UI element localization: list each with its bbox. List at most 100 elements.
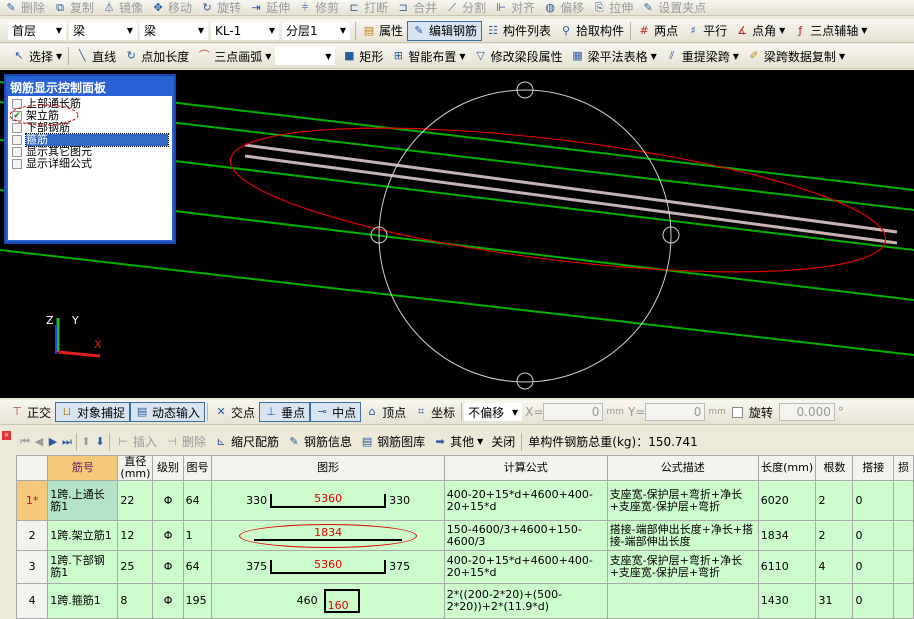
cell-figure-no[interactable]: 1 bbox=[182, 520, 213, 551]
col-header-length[interactable]: 长度(mm) bbox=[757, 455, 817, 481]
col-header-description[interactable]: 公式描述 bbox=[606, 455, 759, 481]
cell-lap[interactable]: 0 bbox=[852, 480, 895, 521]
smart-layout-button[interactable]: ⊞ 智能布置 ▼ bbox=[387, 46, 469, 66]
cell-diameter[interactable]: 8 bbox=[117, 583, 154, 619]
delete-row-button[interactable]: ⊣ 删除 bbox=[161, 432, 210, 452]
cell-grade[interactable]: Φ bbox=[152, 583, 184, 619]
cell-formula[interactable]: 150-4600/3+4600+150-4600/3 bbox=[443, 520, 608, 551]
cell-shape[interactable]: 375 5360 375 bbox=[211, 550, 445, 584]
move-up-icon[interactable]: ⬆ bbox=[79, 435, 93, 449]
col-header-figure-no[interactable]: 图号 bbox=[182, 455, 213, 481]
cell-diameter[interactable]: 25 bbox=[117, 550, 154, 584]
object-snap-button[interactable]: ⊔ 对象捕捉 bbox=[55, 402, 131, 422]
col-header-shape[interactable]: 图形 bbox=[211, 455, 445, 481]
coordinate-button[interactable]: ⌗ 坐标 bbox=[410, 402, 459, 422]
cell-lap[interactable]: 0 bbox=[852, 550, 895, 584]
cell-description[interactable]: 支座宽-保护层+弯折+净长+支座宽-保护层+弯折 bbox=[606, 550, 759, 584]
intersection-button[interactable]: ✕ 交点 bbox=[210, 402, 259, 422]
break-button[interactable]: ⊏ 打断 bbox=[343, 0, 392, 16]
vertex-button[interactable]: ⌂ 顶点 bbox=[361, 402, 410, 422]
table-row[interactable]: 1* 1跨.上通长筋1 22 Φ 64 330 5360 330 400-20+15… bbox=[15, 480, 914, 521]
three-point-axis-button[interactable]: ƒ 三点辅轴 ▼ bbox=[789, 21, 871, 41]
cell-figure-no[interactable]: 64 bbox=[182, 550, 213, 584]
cell-description[interactable]: 搭接-端部伸出长度+净长+搭接-端部伸出长度 bbox=[606, 520, 759, 551]
span-data-copy-button[interactable]: ✐ 梁跨数据复制 ▼ bbox=[743, 46, 849, 66]
cell-length[interactable]: 1430 bbox=[757, 583, 817, 619]
offset-select[interactable]: 不偏移 ▼ bbox=[464, 403, 523, 421]
perpendicular-button[interactable]: ⊥ 垂点 bbox=[259, 402, 311, 422]
midpoint-button[interactable]: ⊸ 中点 bbox=[310, 402, 362, 422]
x-input[interactable]: 0 bbox=[543, 403, 604, 421]
cell-bar-name[interactable]: 1跨.架立筋1 bbox=[47, 520, 119, 551]
cell-grade[interactable]: Φ bbox=[152, 550, 184, 584]
align-button[interactable]: ⊩ 对齐 bbox=[490, 0, 539, 16]
cell-description[interactable]: 支座宽-保护层+弯折+净长+支座宽-保护层+弯折 bbox=[606, 480, 759, 521]
rebar-library-button[interactable]: ▤ 钢筋图库 bbox=[356, 432, 429, 452]
table-row[interactable]: 2 1跨.架立筋1 12 Φ 1 1834 150-4600/3+4600+15… bbox=[15, 520, 914, 551]
modify-beam-segment-button[interactable]: ▽ 修改梁段属性 bbox=[470, 46, 567, 66]
cell-lap[interactable]: 0 bbox=[852, 583, 895, 619]
floor-select[interactable]: 首层 ▼ bbox=[8, 21, 66, 40]
y-input[interactable]: 0 bbox=[645, 403, 706, 421]
move-down-icon[interactable]: ⬇ bbox=[93, 435, 107, 449]
rotate-button[interactable]: ↻ 旋转 bbox=[196, 0, 245, 16]
three-point-arc-button[interactable]: ⌒ 三点画弧 ▼ bbox=[193, 46, 275, 66]
delete-button[interactable]: ✎ 删除 bbox=[0, 0, 49, 16]
move-button[interactable]: ✥ 移动 bbox=[147, 0, 196, 16]
dynamic-input-button[interactable]: ▤ 动态输入 bbox=[130, 402, 206, 422]
cell-count[interactable]: 2 bbox=[815, 520, 854, 551]
scale-rebar-button[interactable]: ⊾ 缩尺配筋 bbox=[210, 432, 283, 452]
edit-rebar-button[interactable]: ✎ 编辑钢筋 bbox=[407, 20, 483, 41]
mirror-button[interactable]: ⏃ 镜像 bbox=[98, 0, 147, 16]
cell-loss[interactable] bbox=[893, 480, 914, 521]
trim-button[interactable]: ⫩ 修剪 bbox=[294, 0, 343, 16]
cell-formula[interactable]: 400-20+15*d+4600+400-20+15*d bbox=[443, 480, 608, 521]
last-record-icon[interactable]: ⏭ bbox=[60, 435, 74, 449]
close-button[interactable]: 关闭 bbox=[487, 432, 519, 452]
type-select[interactable]: 梁 ▼ bbox=[140, 21, 208, 40]
rotate-input[interactable]: 0.000 bbox=[778, 403, 835, 421]
layer-select[interactable]: 分层1 ▼ bbox=[282, 21, 350, 40]
table-row[interactable]: 4 1跨.箍筋1 8 Φ 195 460 160 2*((200-2*20)+(5… bbox=[15, 583, 914, 619]
point-length-button[interactable]: ↻ 点加长度 bbox=[120, 46, 193, 66]
cell-loss[interactable] bbox=[893, 520, 914, 551]
col-header-loss[interactable]: 损 bbox=[893, 455, 914, 481]
cell-shape[interactable]: 460 160 bbox=[211, 583, 445, 619]
cell-grade[interactable]: Φ bbox=[152, 520, 184, 551]
component-list-button[interactable]: ☷ 构件列表 bbox=[482, 21, 555, 41]
cell-count[interactable]: 4 bbox=[815, 550, 854, 584]
cell-bar-name[interactable]: 1跨.上通长筋1 bbox=[47, 480, 119, 521]
arc-option-select[interactable]: ▼ bbox=[275, 47, 336, 65]
two-point-button[interactable]: # 两点 bbox=[633, 21, 682, 41]
cell-bar-name[interactable]: 1跨.箍筋1 bbox=[47, 583, 119, 619]
cell-figure-no[interactable]: 64 bbox=[182, 480, 213, 521]
col-header-bar-no[interactable]: 筋号 bbox=[47, 455, 119, 481]
table-row[interactable]: 3 1跨.下部钢筋1 25 Φ 64 375 5360 375 400-20+15*… bbox=[15, 550, 914, 584]
pick-component-button[interactable]: ⚲ 拾取构件 bbox=[555, 21, 628, 41]
re-extract-span-button[interactable]: ⫽ 重提梁跨 ▼ bbox=[661, 46, 743, 66]
rebar-info-button[interactable]: ✎ 钢筋信息 bbox=[283, 432, 356, 452]
merge-button[interactable]: ⊐ 合并 bbox=[392, 0, 441, 16]
col-header-lap[interactable]: 搭接 bbox=[852, 455, 895, 481]
grip-button[interactable]: ✎ 设置夹点 bbox=[637, 0, 710, 16]
insert-button[interactable]: ⊢ 插入 bbox=[112, 432, 161, 452]
select-button[interactable]: ↖ 选择 ▼ bbox=[8, 46, 66, 66]
extend-button[interactable]: ⇥ 延伸 bbox=[245, 0, 294, 16]
cell-bar-name[interactable]: 1跨.下部钢筋1 bbox=[47, 550, 119, 584]
col-header-count[interactable]: 根数 bbox=[815, 455, 854, 481]
cell-lap[interactable]: 0 bbox=[852, 520, 895, 551]
component-select[interactable]: KL-1 ▼ bbox=[211, 21, 279, 40]
line-button[interactable]: ╲ 直线 bbox=[71, 46, 120, 66]
close-panel-icon[interactable]: × bbox=[2, 431, 11, 440]
cell-loss[interactable] bbox=[893, 583, 914, 619]
ortho-button[interactable]: ⊤ 正交 bbox=[6, 402, 55, 422]
cell-grade[interactable]: Φ bbox=[152, 480, 184, 521]
parallel-button[interactable]: ♯ 平行 bbox=[682, 21, 731, 41]
cell-figure-no[interactable]: 195 bbox=[182, 583, 213, 619]
col-header-diameter[interactable]: 直径(mm) bbox=[117, 455, 154, 481]
cell-description[interactable] bbox=[606, 583, 759, 619]
cell-count[interactable]: 31 bbox=[815, 583, 854, 619]
prev-record-icon[interactable]: ◀ bbox=[32, 435, 46, 449]
first-record-icon[interactable]: ⏮ bbox=[18, 435, 32, 449]
col-header-grade[interactable]: 级别 bbox=[152, 455, 184, 481]
